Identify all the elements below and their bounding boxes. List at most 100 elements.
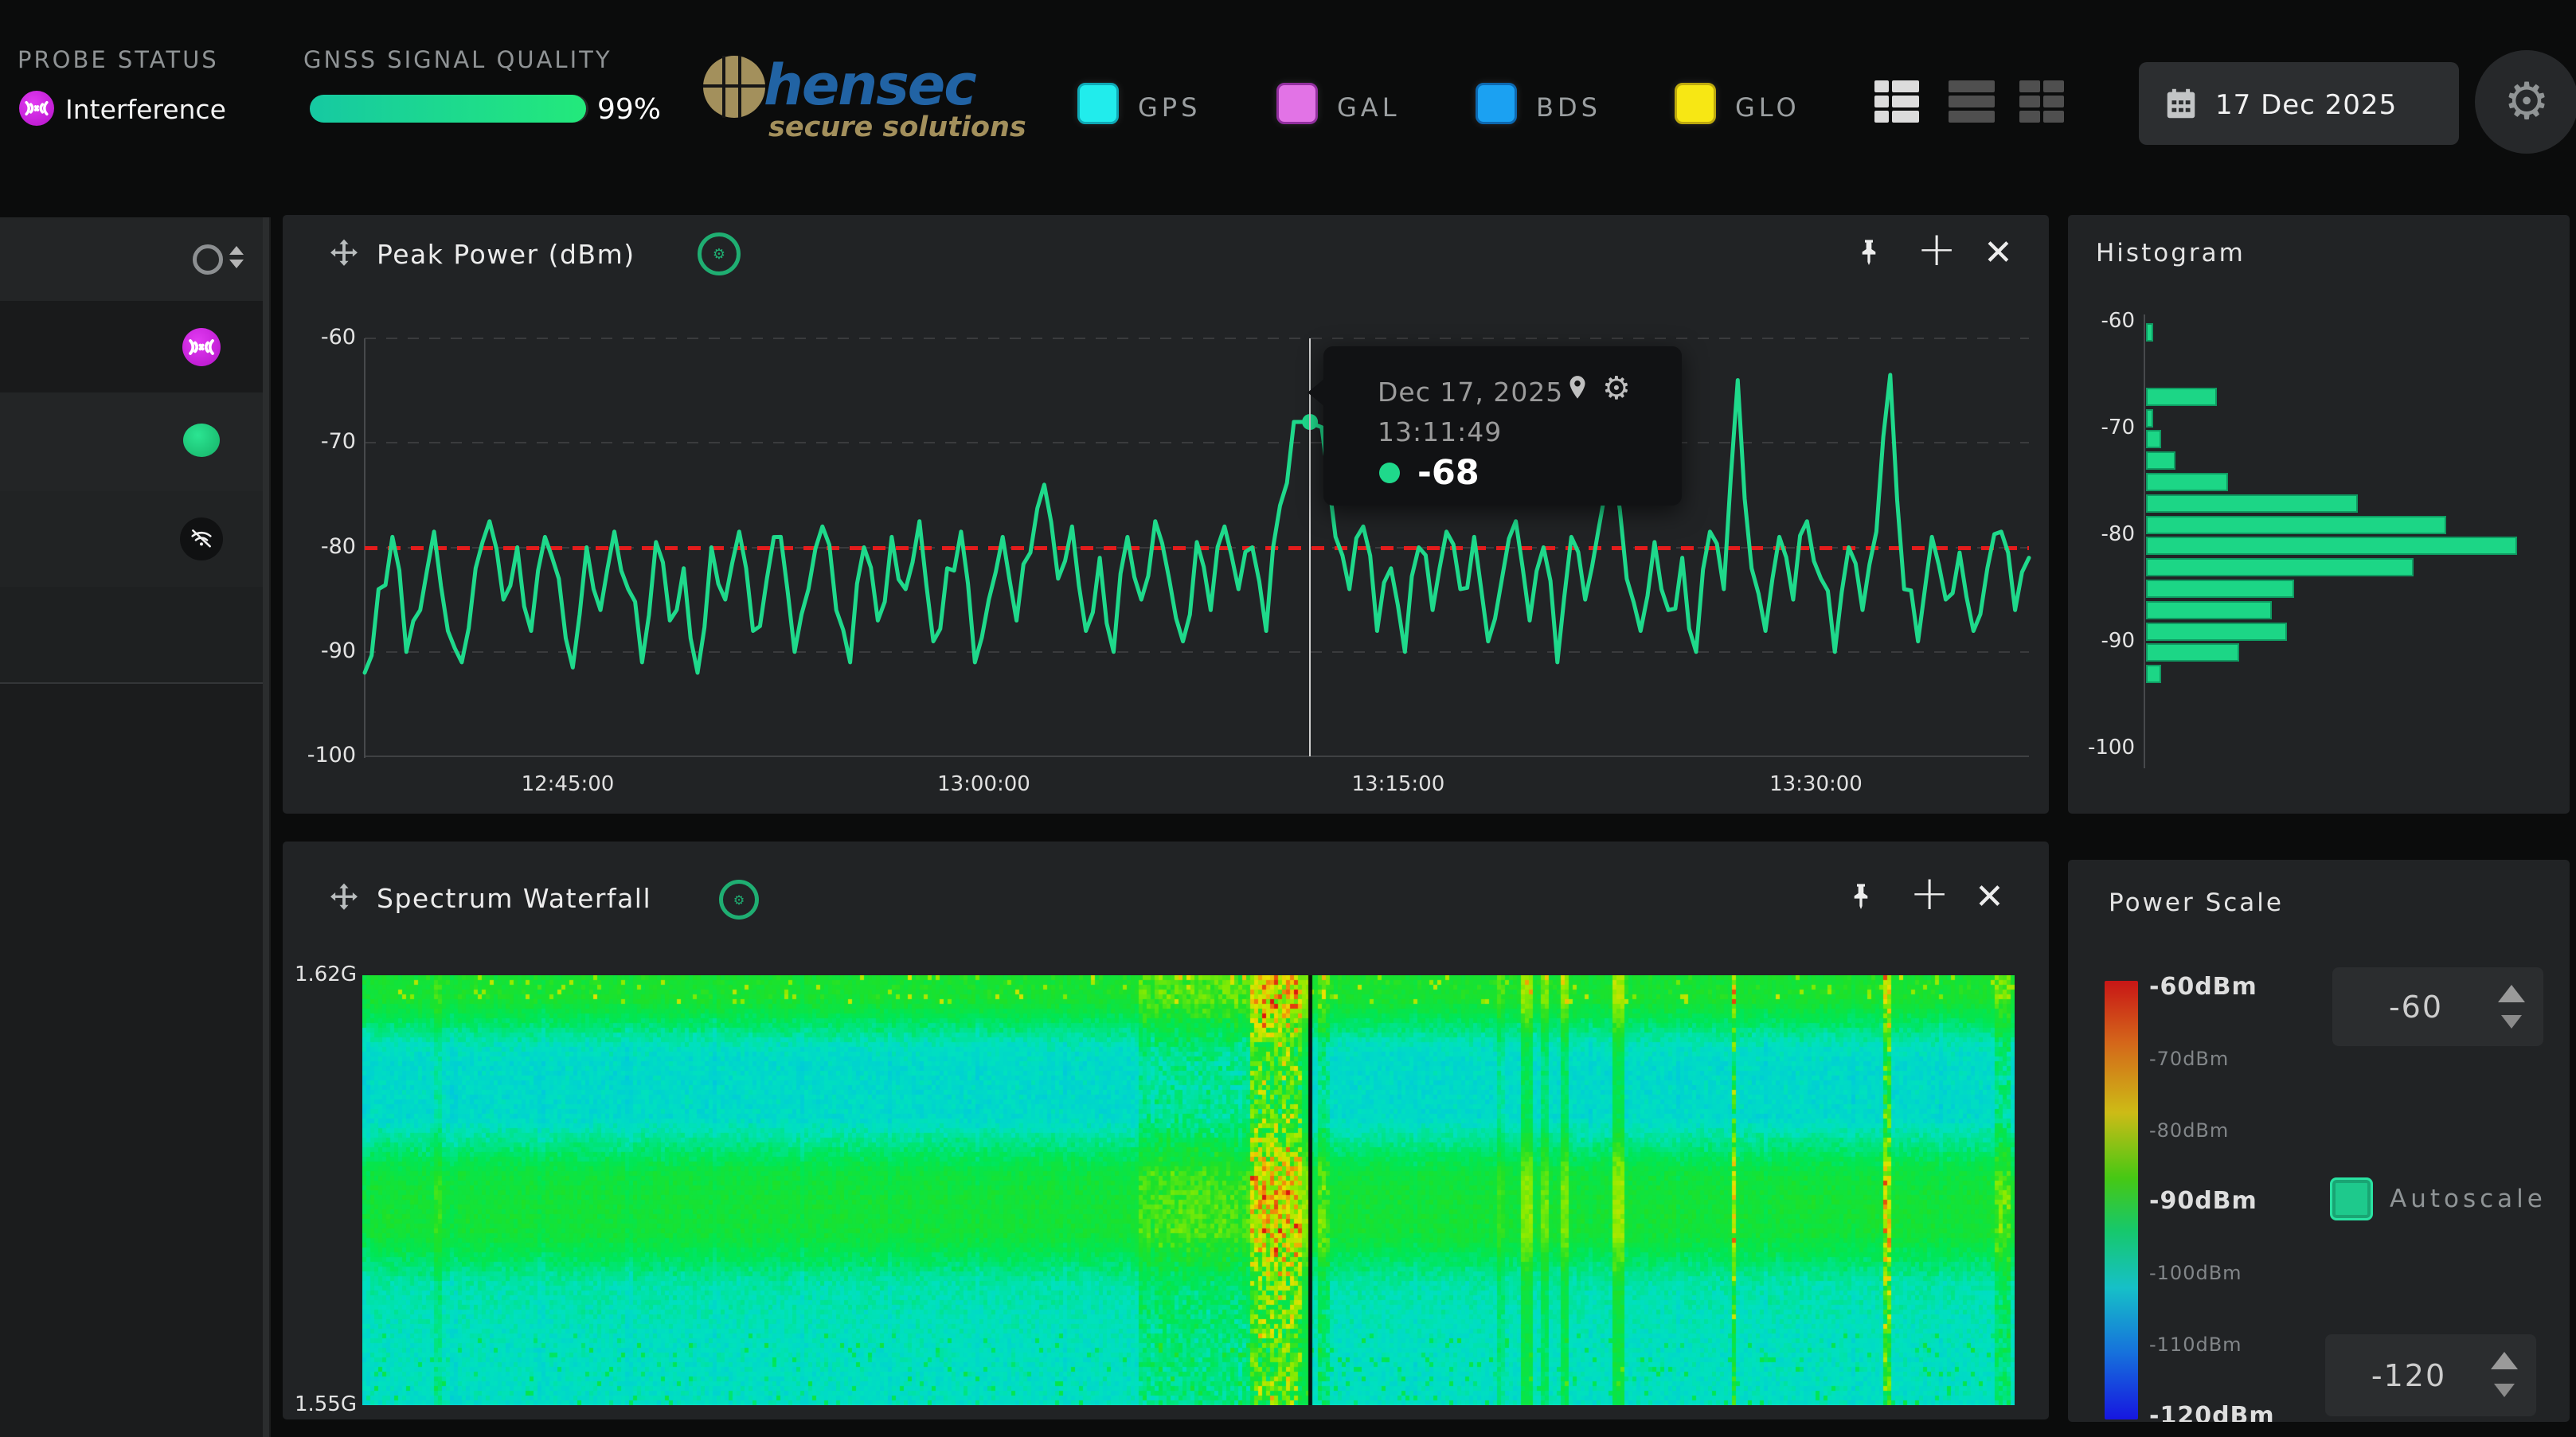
wifi-off-icon (180, 517, 223, 560)
power-scale-panel: Power Scale -60dBm-70dBm-80dBm-90dBm-100… (2068, 860, 2570, 1422)
y-tick-label: -60 (283, 325, 356, 349)
power-min-input[interactable]: -120 (2325, 1334, 2536, 1416)
peak-power-line (365, 338, 2029, 756)
histogram-bar (2146, 409, 2153, 428)
waterfall-freq-bottom-label: 1.55G (289, 1392, 357, 1416)
close-panel-icon[interactable]: ✕ (1975, 877, 2004, 917)
legend-label-glo: GLO (1735, 92, 1800, 123)
gnss-quality-bar-fill (310, 95, 586, 123)
power-scale-tick: -90dBm (2149, 1187, 2257, 1215)
view-button-rows[interactable] (1949, 80, 1995, 123)
logo-name: hensec (764, 53, 975, 118)
sidebar-row-header[interactable] (0, 217, 263, 303)
histogram-bar (2146, 601, 2272, 619)
power-scale-tick: -60dBm (2149, 973, 2257, 1001)
power-colorbar (2105, 981, 2138, 1419)
move-handle-icon[interactable] (327, 881, 361, 918)
power-max-input[interactable]: -60 (2332, 967, 2543, 1046)
y-tick-label: -100 (283, 743, 356, 767)
histogram-bar (2146, 558, 2414, 576)
histogram-bar (2146, 643, 2239, 662)
legend-chip-gal[interactable] (1276, 83, 1318, 124)
move-handle-icon[interactable] (327, 237, 361, 274)
probe-status-label: PROBE STATUS (18, 46, 219, 73)
calendar-icon (2163, 85, 2199, 125)
tooltip-gear-icon[interactable]: ⚙ (1602, 370, 1631, 407)
x-tick-label: 13:15:00 (1327, 772, 1470, 796)
sidebar-row-interference[interactable] (0, 301, 263, 394)
y-tick-label: -90 (283, 638, 356, 663)
y-tick-label: -70 (283, 429, 356, 454)
histogram-bar (2146, 537, 2517, 555)
histogram-bar (2146, 451, 2175, 470)
histogram-title: Histogram (2096, 239, 2246, 267)
histogram-bar (2146, 323, 2153, 342)
gnss-quality-percent: 99% (597, 93, 661, 126)
legend-chip-gps[interactable] (1077, 83, 1119, 124)
sidebar-row-ok[interactable] (0, 392, 263, 493)
sidebar-row-offline[interactable] (0, 491, 263, 588)
hist-tick-label: -70 (2068, 416, 2135, 439)
peak-panel-title: Peak Power (dBm) (377, 239, 635, 270)
spectrum-waterfall-panel: Spectrum Waterfall ⚙ + ✕ 1.62G 1.55G (283, 842, 2049, 1419)
date-picker-button[interactable]: 17 Dec 2025 (2139, 62, 2459, 145)
probe-status-icon (19, 91, 54, 126)
sidebar-row-empty (0, 587, 263, 684)
histogram-bar (2146, 665, 2161, 683)
histogram-axis (2144, 314, 2145, 768)
x-tick-label: 12:45:00 (496, 772, 639, 796)
histogram-bar (2146, 516, 2446, 534)
sort-control[interactable] (229, 246, 244, 268)
power-max-increment[interactable] (2498, 985, 2525, 1002)
waterfall-freq-top-label: 1.62G (289, 963, 357, 986)
add-widget-icon[interactable]: + (1917, 221, 1956, 277)
histogram-bar (2146, 430, 2161, 448)
tooltip-value: -68 (1417, 453, 1480, 493)
view-button-grid[interactable] (2019, 80, 2066, 123)
autoscale-checkbox[interactable] (2330, 1177, 2373, 1220)
probe-status-value: Interference (65, 94, 226, 125)
gnss-dashboard: PROBE STATUS Interference GNSS SIGNAL QU… (0, 0, 2576, 1437)
legend-chip-bds[interactable] (1476, 83, 1517, 124)
power-max-decrement[interactable] (2501, 1015, 2522, 1029)
histogram-bar (2146, 388, 2217, 406)
spectrum-waterfall-heatmap[interactable] (362, 975, 2015, 1405)
hist-tick-label: -80 (2068, 522, 2135, 546)
tooltip-date: Dec 17, 2025 (1378, 377, 1563, 408)
power-scale-tick: -100dBm (2149, 1262, 2242, 1284)
power-scale-tick: -80dBm (2149, 1119, 2229, 1142)
legend-label-gps: GPS (1138, 92, 1201, 123)
hist-tick-label: -60 (2068, 309, 2135, 333)
power-scale-tick: -70dBm (2149, 1048, 2229, 1070)
y-tick-label: -80 (283, 534, 356, 559)
date-label: 17 Dec 2025 (2215, 89, 2397, 121)
ring-status-icon (193, 244, 223, 275)
pin-icon[interactable] (1845, 881, 1877, 916)
settings-button[interactable]: ⚙ (2475, 50, 2576, 154)
hist-tick-label: -100 (2068, 736, 2135, 760)
tooltip-series-dot (1379, 463, 1400, 483)
autoscale-label: Autoscale (2390, 1185, 2547, 1213)
power-min-increment[interactable] (2491, 1352, 2518, 1369)
histogram-bar (2146, 623, 2287, 641)
ok-dot-icon (183, 424, 220, 457)
power-max-value[interactable]: -60 (2332, 967, 2500, 1046)
peak-power-chart[interactable] (365, 338, 2029, 756)
close-panel-icon[interactable]: ✕ (1984, 232, 2013, 273)
sidebar (0, 217, 271, 1437)
power-min-decrement[interactable] (2494, 1384, 2515, 1397)
gnss-quality-label: GNSS SIGNAL QUALITY (303, 46, 612, 73)
legend-chip-glo[interactable] (1675, 83, 1716, 124)
legend-label-bds: BDS (1536, 92, 1601, 123)
logo-tagline: secure solutions (768, 111, 1026, 143)
power-min-value[interactable]: -120 (2325, 1334, 2492, 1416)
add-widget-icon[interactable]: + (1910, 865, 1949, 921)
location-pin-icon[interactable] (1562, 373, 1593, 407)
view-button-list-detail[interactable] (1874, 80, 1921, 123)
sidebar-scrollbar[interactable] (263, 217, 269, 1437)
chart-tooltip: Dec 17, 2025 ⚙ 13:11:49 -68 (1323, 346, 1682, 506)
peak-power-panel: Peak Power (dBm) ⚙ + ✕ -60-70-80-90-100 … (283, 215, 2049, 814)
panel-status-ring-icon[interactable]: ⚙ (698, 232, 741, 275)
panel-status-ring-icon[interactable]: ⚙ (719, 880, 759, 920)
pin-icon[interactable] (1853, 237, 1885, 272)
